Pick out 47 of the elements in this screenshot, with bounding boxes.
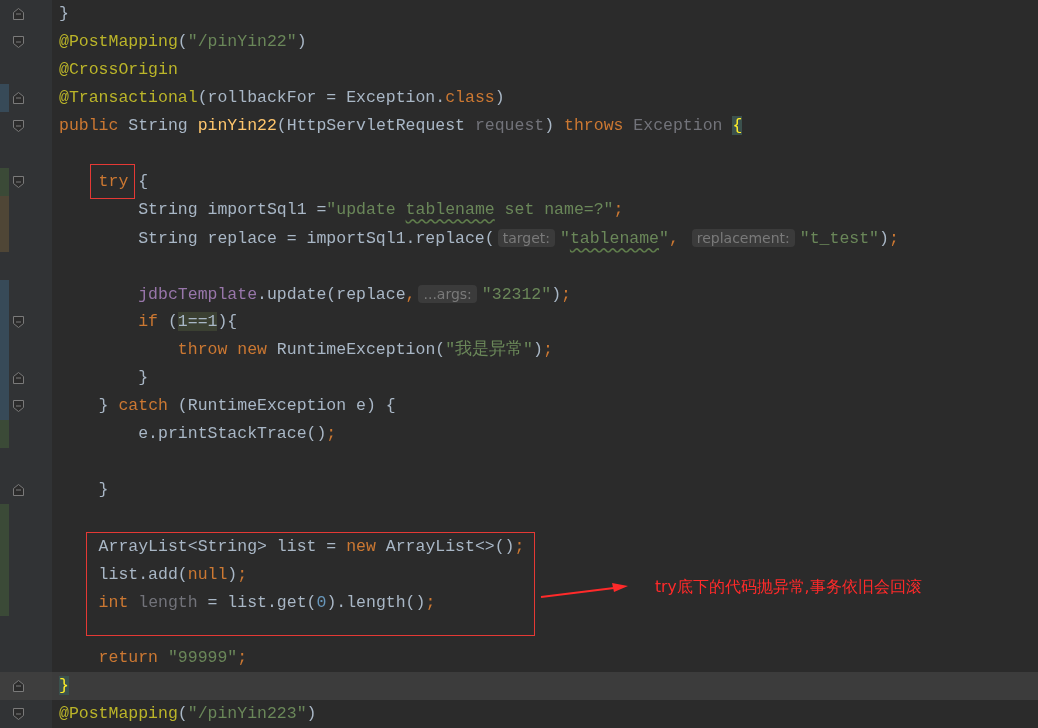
code-text: @CrossOrigin [59,60,178,79]
fold-icon[interactable] [12,399,25,413]
code-text: list.add(null); [98,565,248,584]
change-marker[interactable] [0,280,9,308]
fold-icon[interactable] [12,679,25,693]
code-text: } [98,480,109,499]
change-marker[interactable] [0,224,9,252]
code-text: @PostMapping("/pinYin223") [59,704,317,723]
code-text: } [138,368,149,387]
fold-icon[interactable] [12,119,25,133]
code-text: "32312"); [481,285,571,304]
annotation-text: try底下的代码抛异常,事务依旧会回滚 [655,577,922,597]
parameter-hint: ...args: [418,285,477,303]
code-text: jdbcTemplate.update(replace, [138,285,416,304]
parameter-hint: replacement: [691,229,795,247]
code-text: int length = list.get(0).length(); [98,593,436,612]
code-text: } catch (RuntimeException e) { [98,396,396,415]
code-text: if (1==1){ [138,312,238,331]
change-marker[interactable] [0,392,9,420]
change-marker[interactable] [0,168,9,196]
code-text: ArrayList<String> list = new ArrayList<>(); [98,537,525,556]
code-text: return "99999"; [98,648,248,667]
code-text: throw new RuntimeException("我是异常"); [177,340,553,359]
fold-icon[interactable] [12,371,25,385]
code-text: public String pinYin22(HttpServletRequest request) throws Exception { [59,116,743,135]
code-text: String replace = importSql1.replace( [138,229,495,248]
code-text: } [59,676,69,695]
code-text: } [59,4,69,23]
fold-icon[interactable] [12,315,25,329]
fold-icon[interactable] [12,35,25,49]
change-marker[interactable] [0,196,9,224]
code-text: "t_test"); [799,229,899,248]
code-text: String importSql1 ="update tablename set name=?"; [138,200,624,219]
code-text: @PostMapping("/pinYin22") [59,32,307,51]
code-text: { [137,172,149,191]
fold-icon[interactable] [12,7,25,21]
code-text: @Transactional(rollbackFor = Exception.class) [59,88,505,107]
fold-icon[interactable] [12,707,25,721]
parameter-hint: target: [497,229,555,247]
fold-icon[interactable] [12,175,25,189]
fold-icon[interactable] [12,91,25,105]
change-marker[interactable] [0,420,9,448]
code-text: "tablename", [560,229,680,248]
marked-keyword: try [89,164,136,199]
fold-icon[interactable] [12,483,25,497]
code-text: e.printStackTrace(); [138,424,337,443]
change-marker[interactable] [0,84,9,112]
